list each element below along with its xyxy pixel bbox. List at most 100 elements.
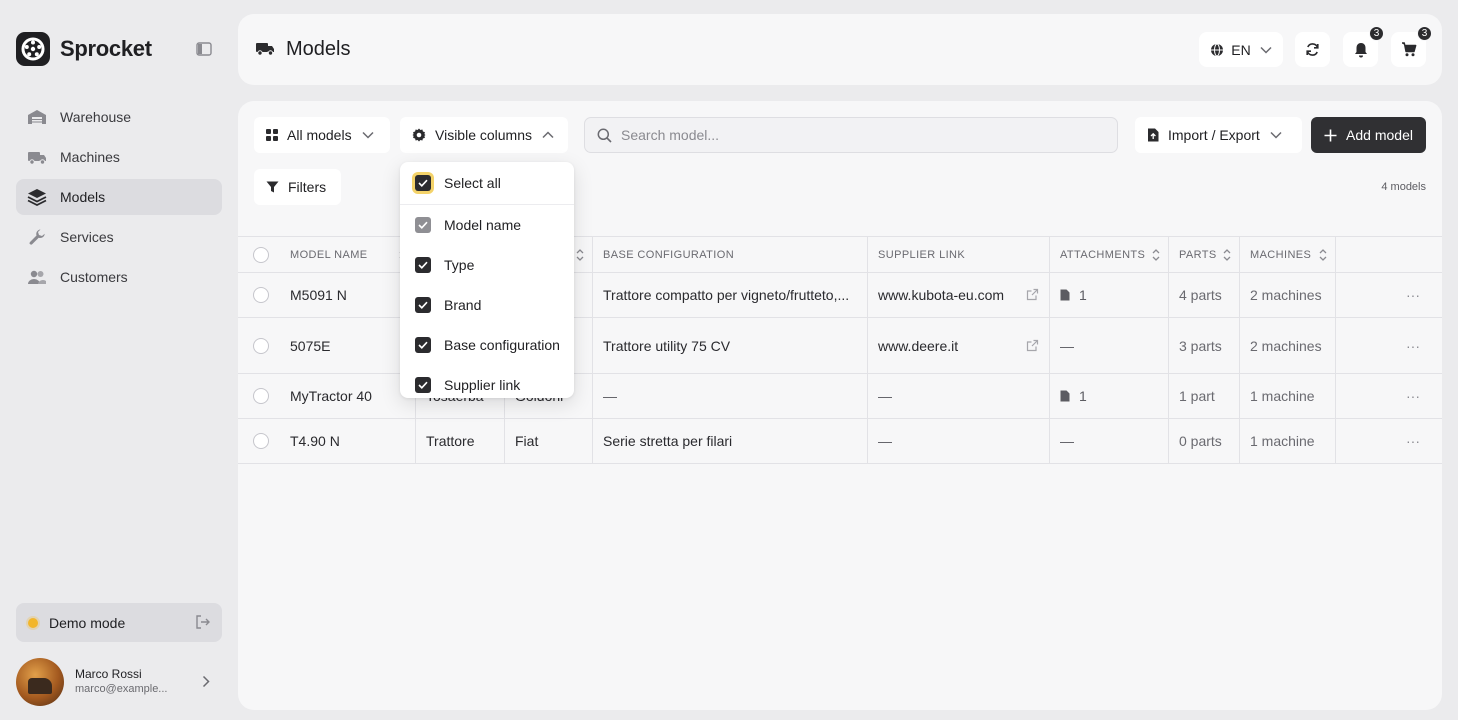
- row-checkbox[interactable]: [253, 287, 269, 303]
- filters-label: Filters: [288, 179, 327, 195]
- supplier-link-cell[interactable]: www.deere.it: [868, 318, 1050, 373]
- exit-icon[interactable]: [195, 615, 210, 632]
- sidebar-item-label: Warehouse: [60, 109, 132, 125]
- row-checkbox[interactable]: [253, 337, 269, 354]
- row-actions-button[interactable]: ···: [1336, 273, 1442, 317]
- attachments-cell: 1: [1050, 273, 1169, 317]
- external-link-icon[interactable]: [1026, 339, 1039, 355]
- filter-icon: [266, 181, 279, 193]
- base-configuration-cell: Trattore utility 75 CV: [593, 318, 868, 373]
- supplier-link-cell[interactable]: www.kubota-eu.com: [868, 273, 1050, 317]
- row-checkbox[interactable]: [253, 388, 269, 404]
- user-name: Marco Rossi: [75, 667, 142, 681]
- select-all-rows-checkbox[interactable]: [238, 237, 284, 272]
- type-cell: Trattore: [416, 419, 505, 463]
- add-model-label: Add model: [1346, 127, 1413, 143]
- parts-cell: 4 parts: [1169, 273, 1240, 317]
- header-base-configuration: BASE CONFIGURATION: [593, 237, 868, 272]
- sort-icon[interactable]: [1152, 248, 1160, 264]
- header-label: SUPPLIER LINK: [878, 248, 966, 261]
- header-actions: [1336, 237, 1442, 272]
- search-icon: [597, 128, 612, 143]
- search-field[interactable]: [584, 117, 1118, 153]
- cart-button[interactable]: 3: [1391, 26, 1432, 67]
- sidebar-item-label: Models: [60, 189, 106, 205]
- row-actions-button[interactable]: ···: [1336, 419, 1442, 463]
- header-machines[interactable]: MACHINES: [1240, 237, 1336, 272]
- attachments-cell: —: [1050, 419, 1169, 463]
- row-select[interactable]: [238, 273, 284, 317]
- chevron-down-icon: [1260, 46, 1272, 54]
- sidebar-item-models[interactable]: Models: [16, 179, 222, 215]
- header-label: MODEL NAME: [290, 248, 368, 261]
- file-icon: [1060, 289, 1070, 301]
- column-option-model-name: Model name: [400, 205, 574, 245]
- checkbox-checked-icon[interactable]: [415, 257, 431, 273]
- column-option-brand[interactable]: Brand: [400, 285, 574, 325]
- page-header: Models EN 3 3: [238, 14, 1442, 85]
- visible-columns-button[interactable]: Visible columns: [400, 117, 568, 153]
- sidebar-item-customers[interactable]: Customers: [16, 259, 222, 295]
- sidebar-item-services[interactable]: Services: [16, 219, 222, 255]
- header-label: ATTACHMENTS: [1060, 248, 1146, 261]
- model-name-cell: M5091 N: [284, 273, 416, 317]
- column-option-type[interactable]: Type: [400, 245, 574, 285]
- row-checkbox[interactable]: [253, 433, 269, 449]
- chevron-down-icon: [362, 131, 374, 139]
- demo-mode-toggle[interactable]: Demo mode: [16, 603, 222, 642]
- base-configuration-cell: Trattore compatto per vigneto/frutteto,.…: [593, 273, 868, 317]
- column-option-supplier-link[interactable]: Supplier link: [400, 365, 574, 398]
- header-label: PARTS: [1179, 248, 1217, 261]
- row-select[interactable]: [238, 374, 284, 418]
- header-model-name[interactable]: MODEL NAME: [284, 237, 416, 272]
- checkbox-checked-icon[interactable]: [415, 337, 431, 353]
- select-all-option[interactable]: Select all: [400, 162, 574, 205]
- sort-icon[interactable]: [1223, 248, 1231, 264]
- sidebar-item-label: Services: [60, 229, 114, 245]
- checkbox-checked-icon[interactable]: [415, 377, 431, 393]
- file-icon: [1060, 390, 1070, 402]
- notifications-button[interactable]: 3: [1343, 26, 1384, 67]
- table-row[interactable]: T4.90 N Trattore Fiat Serie stretta per …: [238, 419, 1442, 464]
- warehouse-icon: [27, 107, 47, 127]
- column-option-base-configuration[interactable]: Base configuration: [400, 325, 574, 365]
- refresh-icon: [1305, 42, 1320, 57]
- sidebar-item-machines[interactable]: Machines: [16, 139, 222, 175]
- wrench-icon: [27, 227, 47, 247]
- option-label: Type: [444, 257, 475, 273]
- user-profile[interactable]: Marco Rossi marco@example...: [16, 658, 222, 706]
- checkbox-checked-icon[interactable]: [415, 175, 431, 191]
- external-link-icon[interactable]: [1026, 288, 1039, 304]
- add-model-button[interactable]: Add model: [1311, 117, 1426, 153]
- filters-button[interactable]: Filters: [254, 169, 341, 205]
- all-models-select[interactable]: All models: [254, 117, 390, 153]
- supplier-link[interactable]: www.deere.it: [878, 338, 958, 354]
- demo-mode-label: Demo mode: [49, 614, 126, 631]
- header-attachments[interactable]: ATTACHMENTS: [1050, 237, 1169, 272]
- search-input[interactable]: [621, 127, 1101, 143]
- checkbox-checked-icon[interactable]: [415, 297, 431, 313]
- row-checkbox[interactable]: [253, 246, 269, 263]
- layers-icon: [27, 187, 47, 207]
- row-select[interactable]: [238, 318, 284, 373]
- chevron-right-icon: [202, 675, 210, 691]
- machines-cell: 2 machines: [1240, 318, 1336, 373]
- attachments-cell: —: [1050, 318, 1169, 373]
- sidebar-collapse-icon[interactable]: [196, 42, 212, 56]
- refresh-button[interactable]: [1295, 32, 1330, 67]
- row-actions-button[interactable]: ···: [1336, 374, 1442, 418]
- base-configuration-cell: Serie stretta per filari: [593, 419, 868, 463]
- header-parts[interactable]: PARTS: [1169, 237, 1240, 272]
- sort-icon[interactable]: [576, 248, 584, 264]
- brand[interactable]: Sprocket: [16, 32, 152, 66]
- sidebar-item-warehouse[interactable]: Warehouse: [16, 99, 222, 135]
- notifications-badge: 3: [1369, 26, 1384, 41]
- row-select[interactable]: [238, 419, 284, 463]
- supplier-link[interactable]: www.kubota-eu.com: [878, 287, 1004, 303]
- row-actions-button[interactable]: ···: [1336, 318, 1442, 373]
- avatar: [16, 658, 64, 706]
- language-select[interactable]: EN: [1199, 32, 1283, 67]
- import-export-button[interactable]: Import / Export: [1135, 117, 1302, 153]
- sort-icon[interactable]: [1319, 248, 1327, 264]
- page-title: Models: [286, 38, 351, 60]
